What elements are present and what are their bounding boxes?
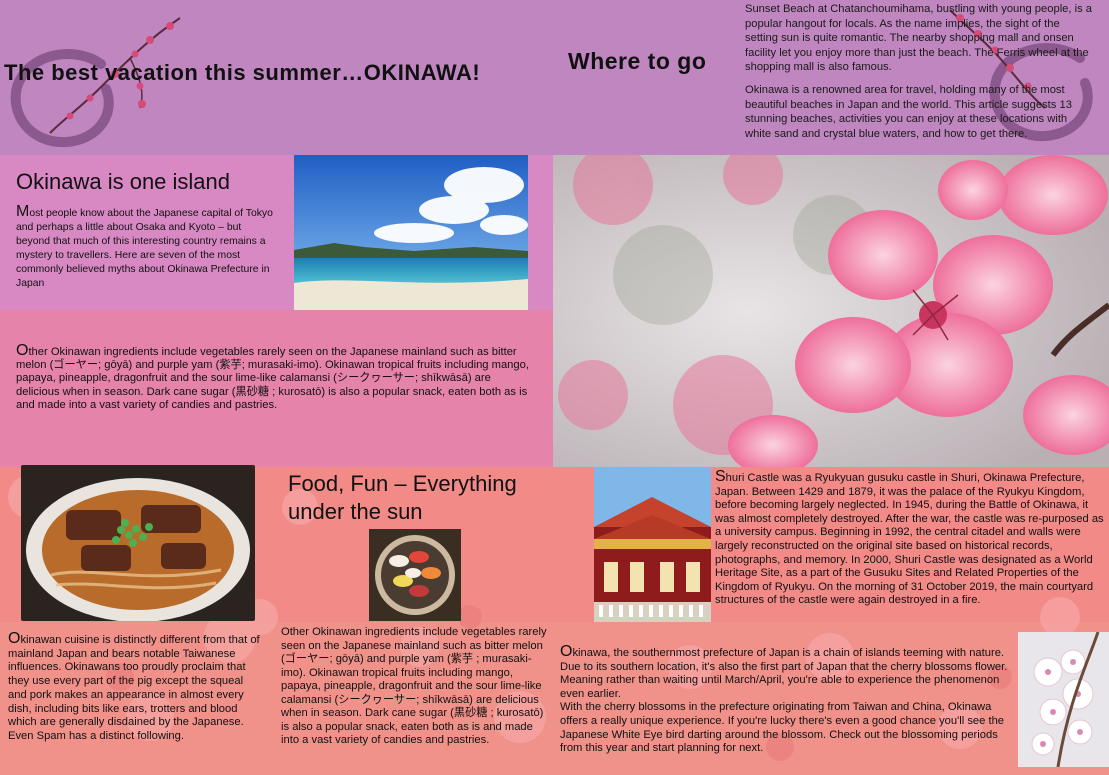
- beach-paragraph: Okinawa is a renowned area for travel, h…: [745, 83, 1072, 140]
- beach-paragraph: Sunset Beach at Chatanchoumihama, bustli…: [745, 3, 1093, 74]
- sushi-plate-photo: [369, 529, 461, 621]
- blossom-body-1: kinawa, the southernmost prefecture of J…: [560, 647, 1008, 700]
- cuisine-paragraph: Okinawan cuisine is distinctly different…: [8, 630, 263, 744]
- dropcap: O: [8, 630, 21, 647]
- where-to-go-heading: Where to go: [568, 48, 707, 74]
- okinawa-soba-photo: [21, 465, 255, 621]
- dropcap: M: [16, 203, 30, 220]
- food-heading: Food, Fun – Everything under the sun: [288, 471, 517, 524]
- dropcap: S: [715, 468, 726, 485]
- ingredients-paragraph-2: Other Okinawan ingredients include veget…: [281, 626, 547, 746]
- cuisine-body: kinawan cuisine is distinctly different …: [8, 634, 260, 742]
- blossom-paragraph-2: With the cherry blossoms in the prefectu…: [560, 701, 1005, 755]
- blossom-paragraph-1: Okinawa, the southernmost prefecture of …: [560, 643, 1020, 701]
- white-blossom-photo: [1018, 632, 1109, 767]
- blossom-paragraph: Okinawa, the southernmost prefecture of …: [560, 643, 1020, 756]
- beach-description: Sunset Beach at Chatanchoumihama, bustli…: [745, 2, 1095, 141]
- beach-photo: [294, 155, 528, 310]
- ingredients-body: ther Okinawan ingredients include vegeta…: [16, 346, 529, 411]
- ingredients-paragraph: Other Okinawan ingredients include veget…: [16, 342, 531, 412]
- island-body: ost people know about the Japanese capit…: [16, 208, 273, 289]
- shuri-castle-photo: [594, 467, 711, 622]
- dropcap: O: [16, 342, 29, 359]
- dropcap: O: [560, 643, 573, 660]
- castle-body: huri Castle was a Ryukyuan gusuku castle…: [715, 472, 1104, 607]
- cherry-blossom-photo: [553, 155, 1109, 467]
- island-heading: Okinawa is one island: [16, 169, 231, 194]
- castle-paragraph: Shuri Castle was a Ryukyuan gusuku castl…: [715, 468, 1107, 608]
- island-paragraph: Most people know about the Japanese capi…: [16, 203, 274, 290]
- page-title: The best vacation this summer…OKINAWA!: [4, 60, 481, 85]
